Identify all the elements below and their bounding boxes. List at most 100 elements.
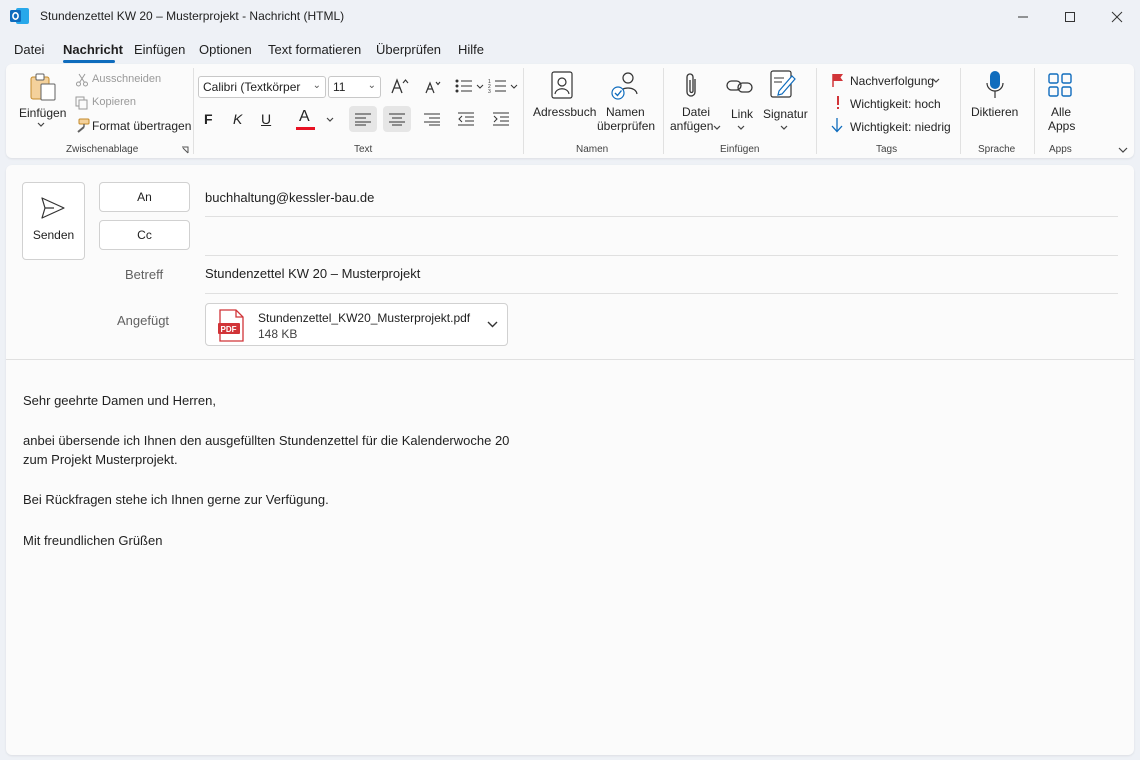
tab-nachricht[interactable]: Nachricht — [63, 42, 123, 57]
signature-icon — [770, 70, 796, 98]
signature-button[interactable]: Signatur — [763, 107, 808, 121]
send-button[interactable]: Senden — [22, 182, 85, 260]
group-label-clipboard: Zwischenablage — [66, 144, 139, 155]
font-color-button[interactable]: A — [299, 108, 310, 126]
group-label-apps: Apps — [1049, 144, 1072, 155]
copy-button[interactable]: Kopieren — [92, 96, 136, 108]
to-button[interactable]: An — [99, 182, 190, 212]
subject-field[interactable]: Stundenzettel KW 20 – Musterprojekt — [205, 266, 420, 281]
outlook-icon — [10, 8, 29, 24]
grow-font-icon[interactable] — [391, 78, 409, 94]
chevron-down-icon[interactable] — [326, 117, 334, 123]
tab-optionen[interactable]: Optionen — [199, 42, 252, 57]
bullets-icon[interactable] — [454, 78, 488, 94]
cut-button[interactable]: Ausschneiden — [92, 73, 161, 85]
body-line: anbei übersende ich Ihnen den ausgefüllt… — [23, 433, 510, 448]
dialog-launcher-icon[interactable] — [181, 146, 189, 154]
maximize-button[interactable] — [1047, 0, 1093, 34]
body-line: Sehr geehrte Damen und Herren, — [23, 393, 216, 408]
attachment-name: Stundenzettel_KW20_Musterprojekt.pdf — [258, 311, 471, 325]
ribbon: Einfügen Ausschneiden Kopieren Format üb… — [6, 64, 1134, 158]
align-right-button[interactable] — [418, 106, 446, 132]
all-apps-label-2[interactable]: Apps — [1048, 119, 1075, 133]
ribbon-collapse-chevron-icon[interactable] — [1118, 147, 1128, 154]
shrink-font-icon[interactable] — [425, 80, 441, 94]
tab-text-formatieren[interactable]: Text formatieren — [268, 42, 361, 57]
microphone-icon — [986, 71, 1004, 98]
chevron-down-icon[interactable] — [932, 78, 940, 84]
compose-pane: Senden An buchhaltung@kessler-bau.de Cc … — [6, 165, 1134, 755]
align-left-button[interactable] — [349, 106, 377, 132]
importance-high-button[interactable]: Wichtigkeit: hoch — [850, 97, 941, 111]
flag-icon — [832, 74, 843, 87]
address-book-icon — [551, 71, 573, 99]
underline-button[interactable]: U — [261, 111, 271, 127]
link-button[interactable]: Link — [731, 107, 753, 121]
dictate-button[interactable]: Diktieren — [971, 105, 1018, 119]
attachment-card[interactable]: PDF Stundenzettel_KW20_Musterprojekt.pdf… — [205, 303, 508, 346]
group-label-text: Text — [354, 144, 373, 155]
paste-button[interactable]: Einfügen — [19, 106, 66, 120]
bold-button[interactable]: F — [204, 111, 213, 127]
tab-einfuegen[interactable]: Einfügen — [134, 42, 185, 57]
font-size-combo[interactable]: 11 ⌄ — [328, 76, 381, 98]
tab-ueberpruefen[interactable]: Überprüfen — [376, 42, 441, 57]
maximize-icon — [1065, 12, 1075, 22]
all-apps-label-1[interactable]: Alle — [1051, 105, 1071, 119]
decrease-indent-button[interactable] — [452, 106, 480, 132]
minimize-button[interactable] — [1000, 0, 1046, 34]
follow-up-button[interactable]: Nachverfolgung — [850, 74, 934, 88]
to-field[interactable]: buchhaltung@kessler-bau.de — [205, 190, 374, 205]
format-painter-button[interactable]: Format übertragen — [92, 119, 191, 133]
active-tab-indicator — [63, 60, 115, 63]
send-label: Senden — [32, 228, 75, 242]
body-line: zum Projekt Musterprojekt. — [23, 452, 178, 467]
decrease-indent-icon — [458, 112, 474, 126]
attach-file-label-1[interactable]: Datei — [682, 105, 710, 119]
tab-datei[interactable]: Datei — [14, 42, 44, 57]
body-line: Bei Rückfragen stehe ich Ihnen gerne zur… — [23, 492, 329, 507]
align-center-button[interactable] — [383, 106, 411, 132]
close-icon — [1111, 11, 1123, 23]
cc-button[interactable]: Cc — [99, 220, 190, 250]
apps-grid-icon — [1048, 73, 1072, 97]
minimize-icon — [1018, 16, 1028, 18]
attachment-size: 148 KB — [258, 327, 298, 341]
font-size-value: 11 — [333, 80, 346, 94]
chevron-down-icon — [780, 125, 788, 130]
send-icon — [41, 197, 65, 219]
group-label-insert: Einfügen — [720, 144, 760, 155]
arrow-down-icon — [831, 118, 843, 133]
chevron-down-icon: ⌄ — [367, 80, 376, 91]
attach-file-label-2[interactable]: anfügen — [670, 119, 713, 133]
cc-field[interactable] — [205, 228, 1118, 246]
body-line: Mit freundlichen Grüßen — [23, 533, 163, 548]
ribbon-tabs: Datei Nachricht Einfügen Optionen Text f… — [0, 36, 1140, 64]
paperclip-icon — [686, 73, 696, 97]
italic-button[interactable]: K — [233, 111, 242, 127]
importance-low-button[interactable]: Wichtigkeit: niedrig — [850, 120, 951, 134]
attached-label: Angefügt — [117, 313, 170, 328]
subject-label: Betreff — [125, 267, 164, 282]
close-button[interactable] — [1094, 0, 1140, 34]
chevron-down-icon: ⌄ — [312, 80, 321, 91]
svg-text:3: 3 — [488, 89, 491, 94]
format-painter-icon — [77, 118, 90, 133]
chevron-down-icon — [737, 125, 745, 130]
scissors-icon — [76, 73, 88, 87]
pdf-badge: PDF — [221, 325, 237, 334]
numbering-icon[interactable]: 1 2 3 — [488, 78, 522, 94]
chevron-down-icon[interactable] — [487, 321, 498, 328]
tab-hilfe[interactable]: Hilfe — [458, 42, 484, 57]
align-right-icon — [424, 113, 440, 126]
check-names-icon — [611, 72, 638, 100]
align-center-icon — [389, 113, 405, 126]
address-book-button[interactable]: Adressbuch — [533, 105, 596, 119]
chevron-down-icon — [713, 125, 721, 130]
font-name-combo[interactable]: Calibri (Textkörper ⌄ — [198, 76, 326, 98]
increase-indent-button[interactable] — [487, 106, 515, 132]
font-name-value: Calibri (Textkörper — [203, 80, 301, 94]
check-names-label-1[interactable]: Namen — [606, 105, 645, 119]
check-names-label-2[interactable]: überprüfen — [597, 119, 655, 133]
group-label-voice: Sprache — [978, 144, 1016, 155]
